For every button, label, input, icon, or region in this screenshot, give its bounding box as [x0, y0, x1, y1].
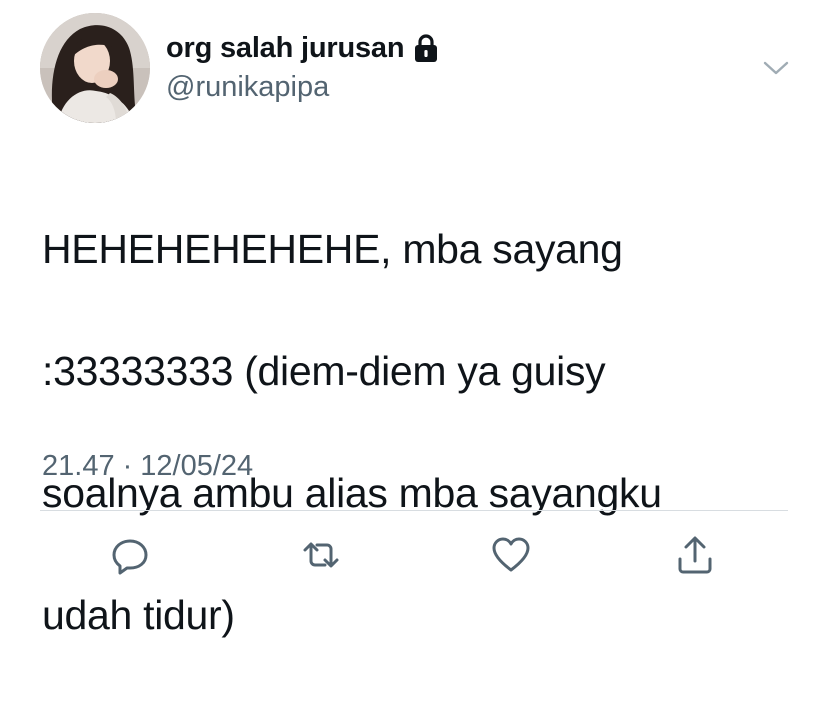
retweet-button[interactable] — [296, 530, 346, 580]
display-name[interactable]: org salah jurusan — [166, 32, 405, 65]
avatar[interactable] — [40, 13, 150, 123]
action-bar — [0, 530, 828, 580]
like-button[interactable] — [486, 530, 536, 580]
tweet-text-line: HEHEHEHEHEHE, mba sayang — [42, 226, 623, 272]
timestamp: 21.47 · 12/05/24 — [42, 450, 253, 483]
avatar-image — [40, 13, 150, 123]
tweet-text-line: :33333333 (diem-diem ya guisy — [42, 348, 606, 394]
chevron-down-icon[interactable] — [760, 52, 792, 84]
heart-icon — [492, 537, 530, 572]
divider — [40, 510, 788, 511]
retweet-icon — [303, 542, 339, 568]
share-button[interactable] — [670, 530, 720, 580]
display-name-row: org salah jurusan — [166, 31, 440, 65]
reply-button[interactable] — [105, 530, 155, 580]
reply-icon — [112, 539, 148, 575]
tweet-text: HEHEHEHEHEHE, mba sayang :33333333 (diem… — [42, 158, 802, 707]
share-icon — [678, 536, 712, 574]
lock-icon — [412, 33, 440, 63]
tweet-card: org salah jurusan @runikapipa HEHEHEHEHE… — [0, 0, 828, 638]
timestamp-separator: · — [122, 450, 133, 482]
tweet-text-line: udah tidur) — [42, 592, 235, 638]
tweet-time[interactable]: 21.47 — [42, 450, 115, 483]
user-handle[interactable]: @runikapipa — [166, 71, 329, 104]
tweet-date[interactable]: 12/05/24 — [140, 450, 253, 483]
